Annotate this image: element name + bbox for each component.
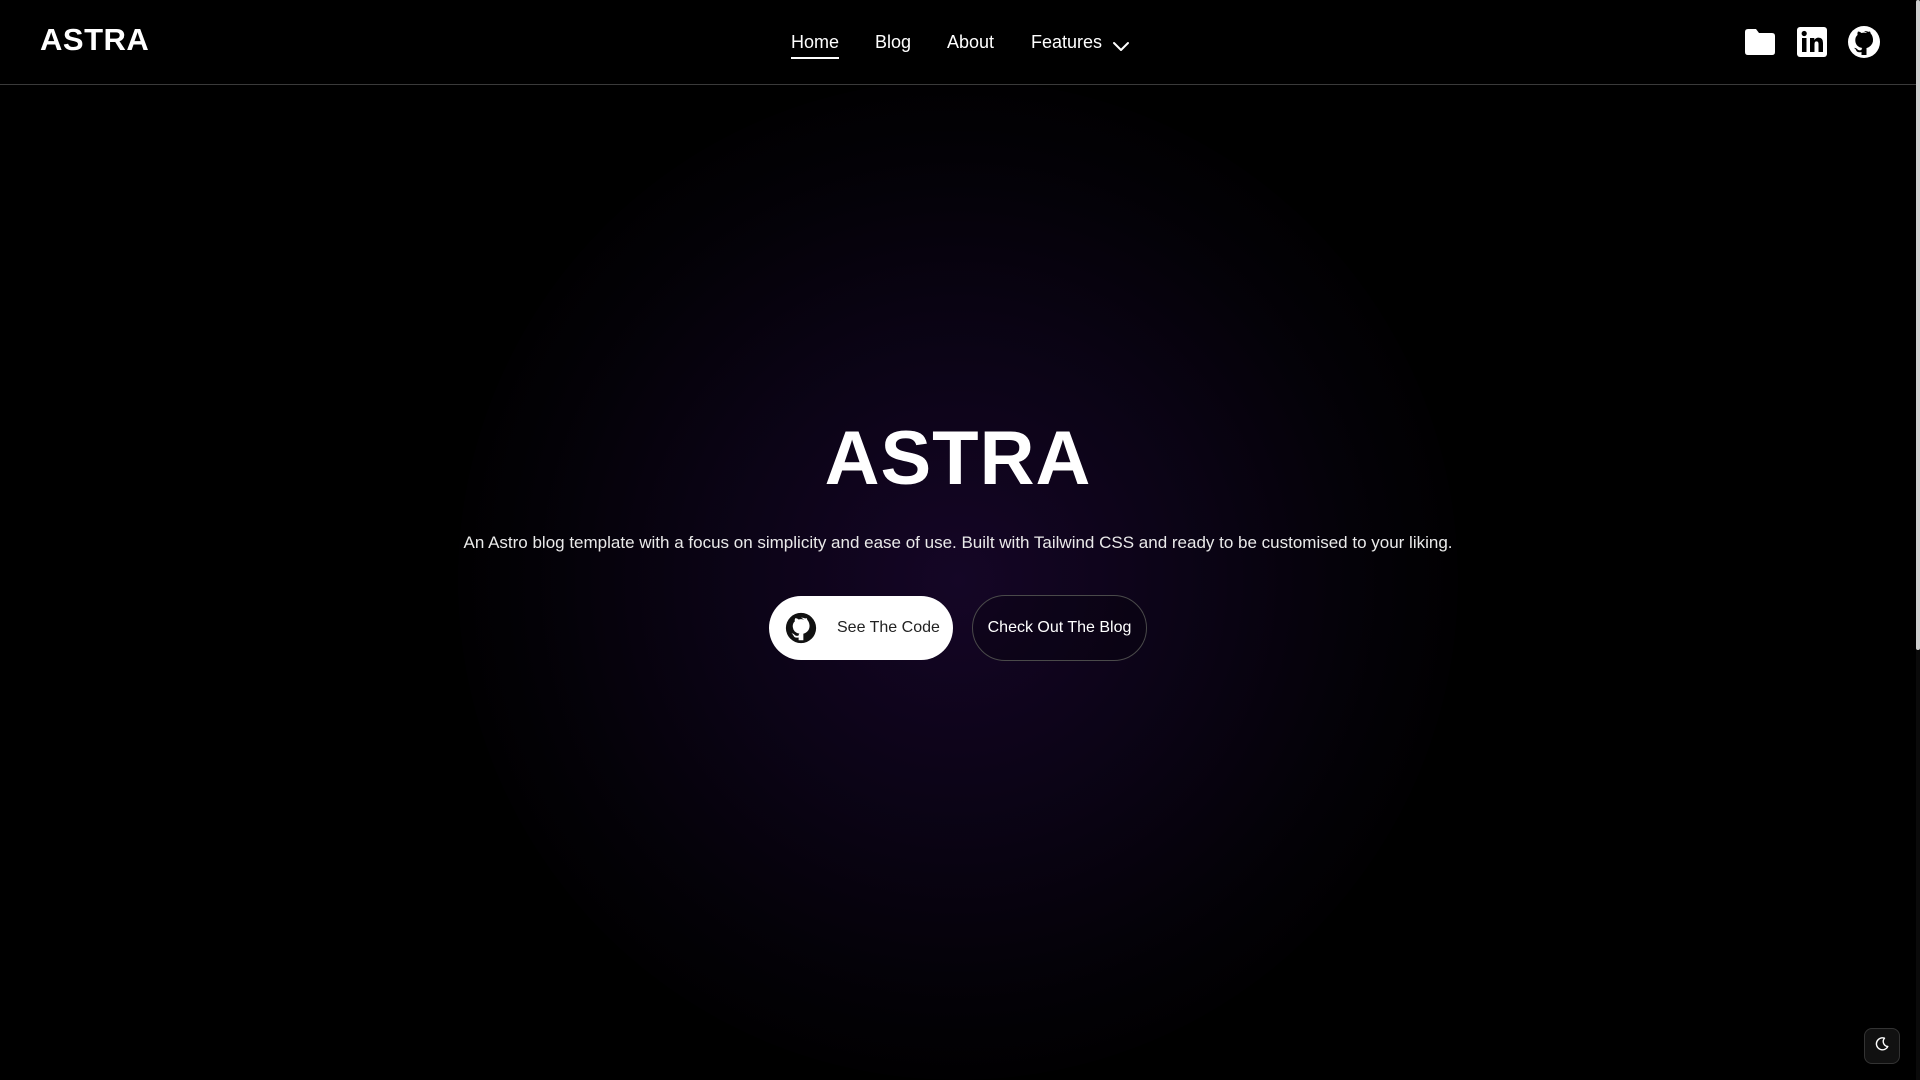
check-out-the-blog-button[interactable]: Check Out The Blog: [972, 595, 1147, 661]
github-icon: [784, 611, 818, 645]
moon-icon: [1874, 1036, 1890, 1057]
chevron-down-icon: [1112, 36, 1130, 51]
folder-icon[interactable]: [1742, 24, 1778, 60]
nav-link-about[interactable]: About: [947, 31, 994, 53]
page: ASTRA Home Blog About Features ASTRA An …: [0, 0, 1920, 1080]
main-nav: Home Blog About Features: [0, 0, 1916, 84]
nav-link-home[interactable]: Home: [791, 31, 840, 59]
linkedin-icon[interactable]: [1794, 24, 1830, 60]
see-the-code-label: See The Code: [837, 619, 940, 636]
hero-section: ASTRA An Astro blog template with a focu…: [0, 0, 1916, 1080]
theme-toggle-button[interactable]: [1864, 1028, 1900, 1064]
hero-title: ASTRA: [824, 416, 1092, 501]
nav-features-label: Features: [1031, 32, 1103, 52]
github-icon[interactable]: [1846, 24, 1882, 60]
site-header: ASTRA Home Blog About Features: [0, 0, 1916, 85]
hero-subtitle: An Astro blog template with a focus on s…: [463, 533, 1453, 552]
scrollbar-thumb[interactable]: [1916, 0, 1920, 650]
see-the-code-button[interactable]: See The Code: [769, 596, 953, 660]
page-scrollbar[interactable]: [1916, 0, 1920, 1080]
nav-features-dropdown[interactable]: Features: [1031, 31, 1130, 53]
nav-link-blog[interactable]: Blog: [875, 31, 911, 53]
